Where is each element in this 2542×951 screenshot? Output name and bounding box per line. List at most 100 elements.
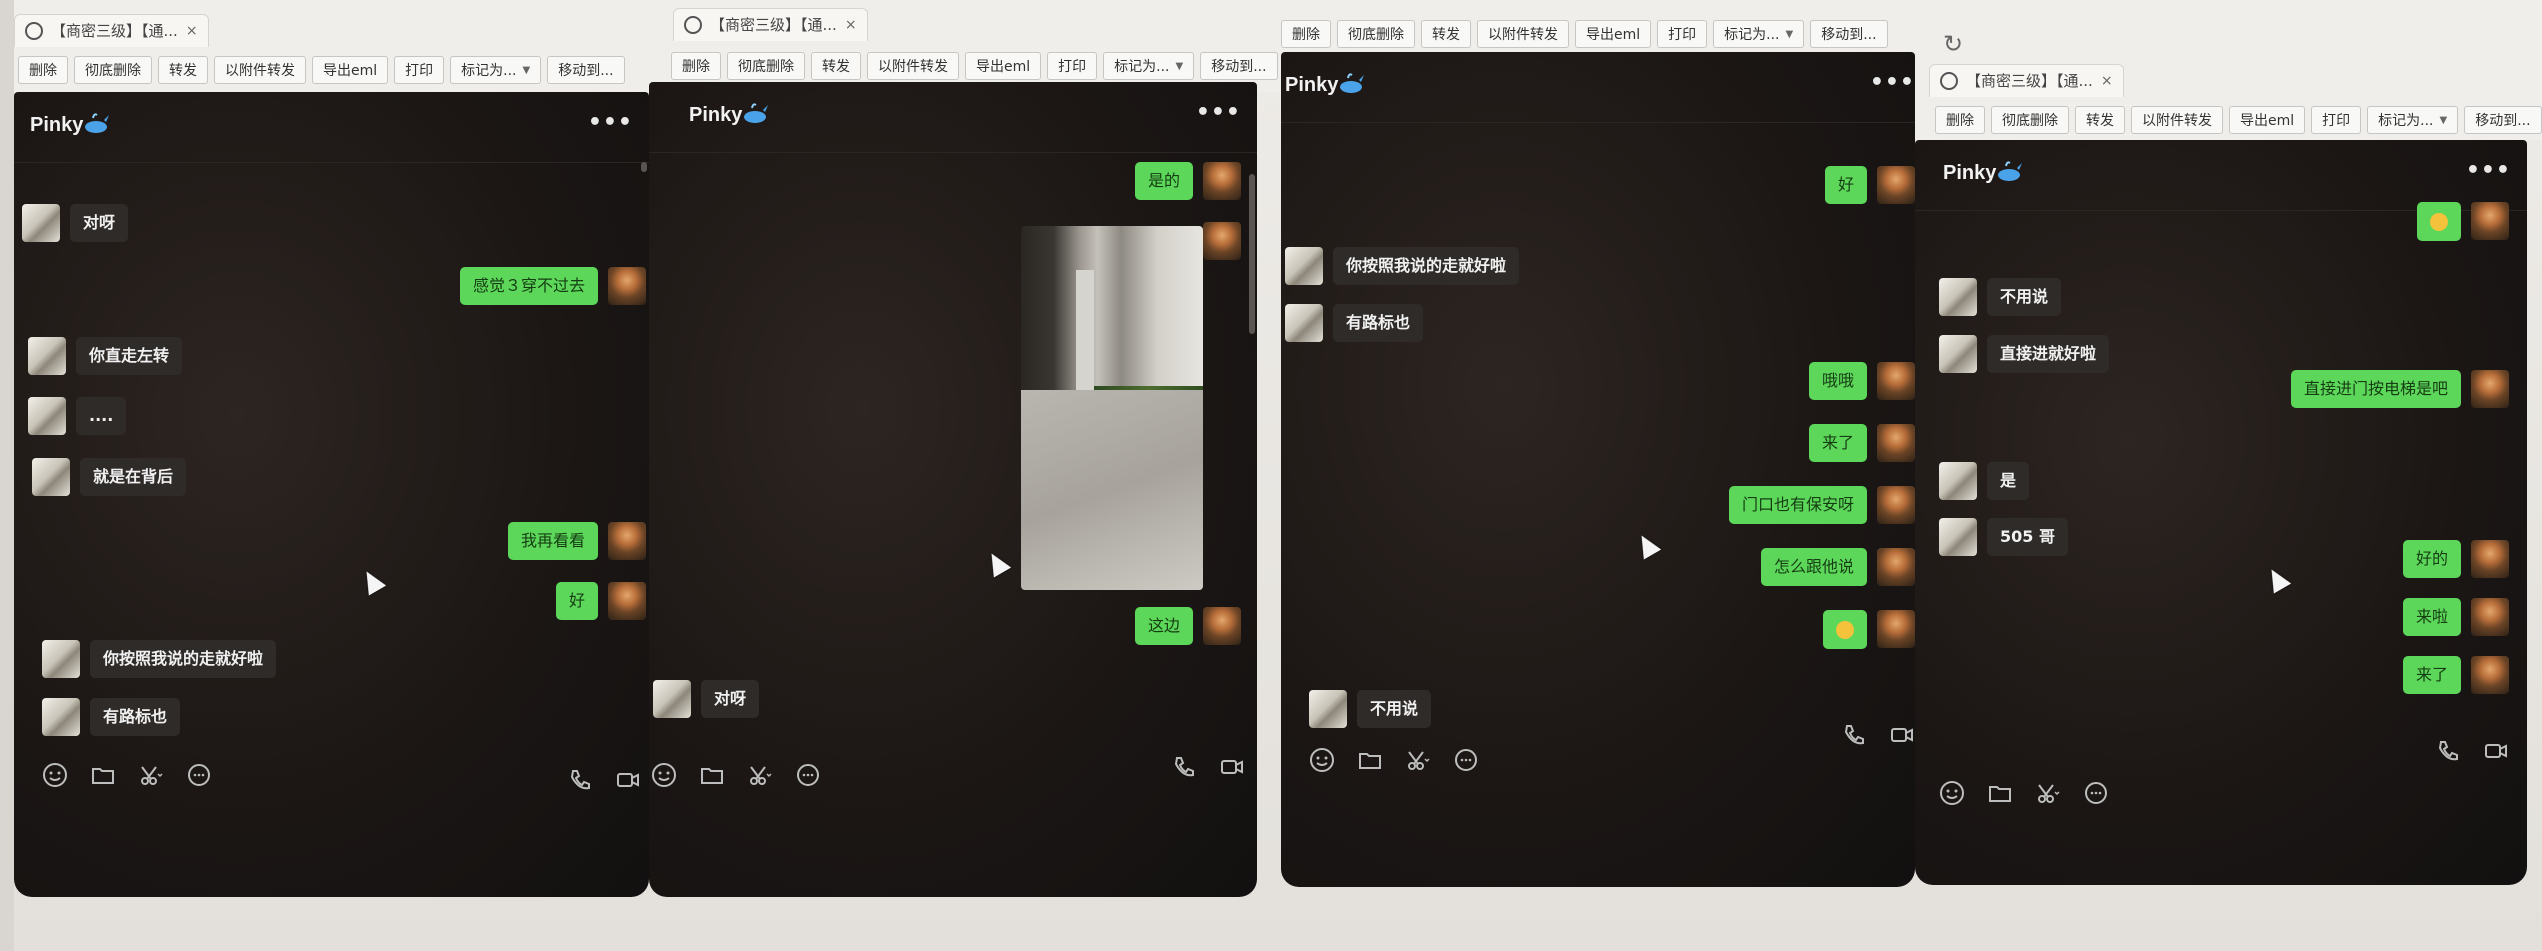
message-bubble[interactable]: 好 xyxy=(555,582,598,620)
my-avatar[interactable] xyxy=(608,267,646,305)
mark-as-dropdown[interactable]: 标记为... ▼ xyxy=(2367,106,2459,134)
message-bubble[interactable]: 好的 xyxy=(2402,540,2461,578)
my-avatar[interactable] xyxy=(1877,548,1915,586)
my-avatar[interactable] xyxy=(1877,424,1915,462)
phone-icon[interactable] xyxy=(2435,738,2461,764)
chat-bubble-icon[interactable] xyxy=(2083,780,2109,806)
video-icon[interactable] xyxy=(615,767,641,793)
folder-icon[interactable] xyxy=(699,762,725,788)
emoji-icon[interactable] xyxy=(1309,747,1335,773)
forward-attachment-button[interactable]: 以附件转发 xyxy=(214,56,306,84)
peer-avatar[interactable] xyxy=(1309,690,1347,728)
move-to-dropdown[interactable]: 移动到... xyxy=(2464,106,2542,134)
my-avatar[interactable] xyxy=(2471,656,2509,694)
move-to-dropdown[interactable]: 移动到... xyxy=(1810,20,1888,48)
more-options-icon[interactable]: ••• xyxy=(2466,158,2511,183)
peer-avatar[interactable] xyxy=(1285,304,1323,342)
move-to-dropdown[interactable]: 移动到... xyxy=(1200,52,1278,80)
scissors-icon[interactable] xyxy=(747,762,773,788)
print-button[interactable]: 打印 xyxy=(2311,106,2362,134)
emoji-message[interactable] xyxy=(1823,610,1867,649)
folder-icon[interactable] xyxy=(90,762,116,788)
message-bubble[interactable]: 是的 xyxy=(1134,162,1193,200)
message-bubble[interactable]: 我再看看 xyxy=(507,522,598,560)
phone-icon[interactable] xyxy=(1841,722,1867,748)
phone-icon[interactable] xyxy=(1171,754,1197,780)
my-avatar[interactable] xyxy=(1203,607,1241,645)
reload-icon[interactable]: ↻ xyxy=(1943,30,1963,58)
message-bubble[interactable]: .... xyxy=(76,397,127,435)
message-bubble[interactable]: 你直走左转 xyxy=(76,337,183,375)
forward-attachment-button[interactable]: 以附件转发 xyxy=(2131,106,2223,134)
my-avatar[interactable] xyxy=(1877,362,1915,400)
peer-avatar[interactable] xyxy=(22,204,60,242)
print-button[interactable]: 打印 xyxy=(1657,20,1708,48)
export-eml-button[interactable]: 导出eml xyxy=(312,56,389,84)
my-avatar[interactable] xyxy=(1877,610,1915,649)
browser-tab[interactable]: 【商密三级】【通... × xyxy=(14,13,209,47)
mark-as-dropdown[interactable]: 标记为... ▼ xyxy=(450,56,542,84)
message-bubble[interactable]: 直接进门按电梯是吧 xyxy=(2290,370,2461,408)
forward-button[interactable]: 转发 xyxy=(158,56,208,84)
scissors-icon[interactable] xyxy=(1405,747,1431,773)
delete-button[interactable]: 删除 xyxy=(18,56,68,84)
delete-button[interactable]: 删除 xyxy=(1935,106,1985,134)
my-avatar[interactable] xyxy=(608,522,646,560)
message-bubble[interactable]: 这边 xyxy=(1134,607,1193,645)
video-icon[interactable] xyxy=(2483,738,2509,764)
tab-close-icon[interactable]: × xyxy=(845,17,857,33)
scissors-icon[interactable] xyxy=(138,762,164,788)
chat-bubble-icon[interactable] xyxy=(186,762,212,788)
message-bubble[interactable]: 不用说 xyxy=(1987,278,2062,316)
peer-avatar[interactable] xyxy=(28,337,66,375)
message-bubble[interactable]: 有路标也 xyxy=(90,698,181,736)
message-bubble[interactable]: 好 xyxy=(1824,166,1867,204)
export-eml-button[interactable]: 导出eml xyxy=(2229,106,2306,134)
tab-close-icon[interactable]: × xyxy=(186,23,198,39)
peer-avatar[interactable] xyxy=(1939,518,1977,556)
message-bubble[interactable]: 来啦 xyxy=(2402,598,2461,636)
message-bubble[interactable]: 你按照我说的走就好啦 xyxy=(1333,247,1520,285)
mark-as-dropdown[interactable]: 标记为... ▼ xyxy=(1103,52,1195,80)
image-message[interactable] xyxy=(1021,226,1203,590)
peer-avatar[interactable] xyxy=(1285,247,1323,285)
message-bubble[interactable]: 是 xyxy=(1987,462,2030,500)
message-bubble[interactable]: 对呀 xyxy=(70,204,129,242)
peer-avatar[interactable] xyxy=(1939,335,1977,373)
emoji-icon[interactable] xyxy=(1939,780,1965,806)
chat-bubble-icon[interactable] xyxy=(1453,747,1479,773)
my-avatar[interactable] xyxy=(608,582,646,620)
my-avatar[interactable] xyxy=(2471,598,2509,636)
message-bubble[interactable]: 哦哦 xyxy=(1808,362,1867,400)
folder-icon[interactable] xyxy=(1987,780,2013,806)
peer-avatar[interactable] xyxy=(653,680,691,718)
forward-button[interactable]: 转发 xyxy=(1421,20,1471,48)
message-bubble[interactable]: 来了 xyxy=(1808,424,1867,462)
message-bubble[interactable]: 你按照我说的走就好啦 xyxy=(90,640,277,678)
emoji-icon[interactable] xyxy=(651,762,677,788)
scrollbar[interactable] xyxy=(1249,174,1255,334)
forward-attachment-button[interactable]: 以附件转发 xyxy=(1477,20,1569,48)
more-options-icon[interactable]: ••• xyxy=(588,110,633,135)
browser-tab[interactable]: 【商密三级】【通... × xyxy=(1929,63,2124,97)
export-eml-button[interactable]: 导出eml xyxy=(1575,20,1652,48)
peer-avatar[interactable] xyxy=(1939,278,1977,316)
peer-avatar[interactable] xyxy=(42,640,80,678)
message-bubble[interactable]: 门口也有保安呀 xyxy=(1728,486,1867,524)
message-bubble[interactable]: 505 哥 xyxy=(1987,518,2068,556)
print-button[interactable]: 打印 xyxy=(1047,52,1098,80)
my-avatar[interactable] xyxy=(2471,540,2509,578)
message-bubble[interactable]: 来了 xyxy=(2402,656,2461,694)
chat-bubble-icon[interactable] xyxy=(795,762,821,788)
my-avatar[interactable] xyxy=(2471,370,2509,408)
browser-tab[interactable]: 【商密三级】【通... × xyxy=(673,7,868,41)
my-avatar[interactable] xyxy=(1877,166,1915,204)
peer-avatar[interactable] xyxy=(1939,462,1977,500)
purge-button[interactable]: 彻底删除 xyxy=(1991,106,2069,134)
message-bubble[interactable]: 对呀 xyxy=(701,680,760,718)
emoji-icon[interactable] xyxy=(42,762,68,788)
delete-button[interactable]: 删除 xyxy=(671,52,721,80)
purge-button[interactable]: 彻底删除 xyxy=(727,52,805,80)
purge-button[interactable]: 彻底删除 xyxy=(1337,20,1415,48)
more-options-icon[interactable]: ••• xyxy=(1870,70,1915,95)
